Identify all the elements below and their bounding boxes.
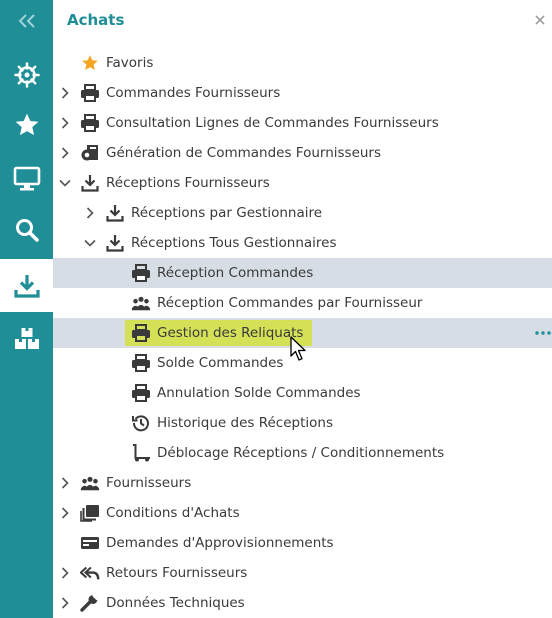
rail-monitor-button[interactable] (0, 154, 53, 204)
tree-item-label: Favoris (106, 55, 154, 71)
people-group-icon (131, 296, 151, 311)
tree-item-label: Données Techniques (106, 595, 245, 611)
collapse-rail-button[interactable] (0, 0, 53, 42)
search-icon (15, 219, 39, 242)
star-icon (82, 55, 98, 71)
helm-icon (13, 62, 40, 88)
more-dots-icon (535, 331, 551, 335)
printer-icon (81, 114, 99, 132)
download-icon (13, 274, 40, 298)
expand-chevron[interactable] (58, 596, 72, 610)
gear-document-icon (81, 145, 98, 161)
tree-item-label: Réception Commandes (157, 265, 314, 281)
tree-item-consultation-lignes[interactable]: Consultation Lignes de Commandes Fournis… (53, 108, 552, 138)
rail-boxes-button[interactable] (0, 314, 53, 364)
download-icon (106, 205, 124, 222)
history-icon (132, 415, 149, 432)
people-group-icon (80, 476, 100, 491)
tree-item-conditions-achats[interactable]: Conditions d'Achats (53, 498, 552, 528)
left-rail (0, 0, 53, 618)
chevron-right-icon (61, 87, 69, 99)
tree-item-receptions-par-gestionnaire[interactable]: Réceptions par Gestionnaire (53, 198, 552, 228)
tree-item-label: Réceptions par Gestionnaire (131, 205, 323, 221)
chevron-right-icon (61, 507, 69, 519)
printer-icon (132, 384, 150, 402)
monitor-icon (13, 166, 40, 191)
tree-item-label: Génération de Commandes Fournisseurs (106, 145, 382, 161)
panel-title: Achats (67, 11, 125, 29)
download-icon (106, 235, 124, 252)
collapse-chevron[interactable] (58, 176, 72, 190)
tree-item-label: Conditions d'Achats (106, 505, 240, 521)
expand-chevron[interactable] (58, 116, 72, 130)
printer-icon (81, 84, 99, 102)
chevron-right-icon (61, 117, 69, 129)
tree-item-favoris[interactable]: Favoris (53, 48, 552, 78)
card-icon (81, 537, 99, 549)
collapse-chevron[interactable] (83, 236, 97, 250)
tree-item-label: Historique des Réceptions (157, 415, 333, 431)
expand-chevron[interactable] (58, 476, 72, 490)
chevron-right-icon (61, 567, 69, 579)
tree-item-label: Retours Fournisseurs (106, 565, 248, 581)
tree-item-label: Solde Commandes (157, 355, 284, 371)
tree-item-receptions-tous-gestionnaires[interactable]: Réceptions Tous Gestionnaires (53, 228, 552, 258)
star-icon (15, 113, 38, 136)
expand-chevron[interactable] (58, 566, 72, 580)
tree-item-label: Gestion des Reliquats (157, 325, 304, 341)
tree-item-label: Demandes d'Approvisionnements (106, 535, 334, 551)
tree-item-deblocage-receptions[interactable]: Déblocage Réceptions / Conditionnements (53, 438, 552, 468)
expand-chevron[interactable] (58, 146, 72, 160)
tree-item-label: Annulation Solde Commandes (157, 385, 361, 401)
wrench-icon (80, 594, 99, 612)
tree-item-label: Réception Commandes par Fournisseur (157, 295, 423, 311)
chevron-down-icon (84, 239, 96, 247)
tree-item-donnees-techniques[interactable]: Données Techniques (53, 588, 552, 618)
tree-item-demandes-approvisionnements[interactable]: Demandes d'Approvisionnements (53, 528, 552, 558)
tree-item-commandes-fournisseurs[interactable]: Commandes Fournisseurs (53, 78, 552, 108)
tree-item-generation-commandes[interactable]: Génération de Commandes Fournisseurs (53, 138, 552, 168)
chevron-right-icon (61, 597, 69, 609)
expand-chevron[interactable] (58, 86, 72, 100)
reply-all-icon (80, 566, 100, 580)
stacked-documents-icon (80, 505, 99, 522)
tree-item-reception-commandes[interactable]: Réception Commandes (53, 258, 552, 288)
tree-item-annulation-solde[interactable]: Annulation Solde Commandes (53, 378, 552, 408)
expand-chevron[interactable] (58, 506, 72, 520)
double-chevron-left-icon (18, 14, 35, 28)
chevron-right-icon (86, 207, 94, 219)
rail-receptions-button[interactable] (0, 259, 53, 312)
printer-icon (132, 354, 150, 372)
chevron-right-icon (61, 477, 69, 489)
chevron-down-icon (59, 179, 71, 187)
tree-item-receptions-fournisseurs[interactable]: Réceptions Fournisseurs (53, 168, 552, 198)
tree-item-label: Consultation Lignes de Commandes Fournis… (106, 115, 439, 131)
rail-helm-button[interactable] (0, 50, 53, 100)
tree-item-label: Réceptions Fournisseurs (106, 175, 270, 191)
rail-search-button[interactable] (0, 205, 53, 255)
close-panel-button[interactable] (532, 11, 548, 29)
printer-icon (132, 324, 150, 342)
tree-item-label: Fournisseurs (106, 475, 192, 491)
tree-item-historique-receptions[interactable]: Historique des Réceptions (53, 408, 552, 438)
boxes-icon (14, 328, 39, 349)
tree-item-label: Réceptions Tous Gestionnaires (131, 235, 337, 251)
printer-icon (132, 264, 150, 282)
tree-item-retours-fournisseurs[interactable]: Retours Fournisseurs (53, 558, 552, 588)
hand-truck-icon (133, 444, 150, 462)
tree-item-label: Commandes Fournisseurs (106, 85, 281, 101)
tree-item-fournisseurs[interactable]: Fournisseurs (53, 468, 552, 498)
tree-item-label: Déblocage Réceptions / Conditionnements (157, 445, 445, 461)
rail-favorites-button[interactable] (0, 100, 53, 150)
expand-chevron[interactable] (83, 206, 97, 220)
chevron-right-icon (61, 147, 69, 159)
download-icon (81, 175, 99, 192)
more-options-button[interactable] (535, 324, 551, 342)
tree-item-reception-commandes-par-fournisseur[interactable]: Réception Commandes par Fournisseur (53, 288, 552, 318)
close-icon (535, 15, 545, 25)
mouse-cursor-icon (290, 336, 306, 361)
